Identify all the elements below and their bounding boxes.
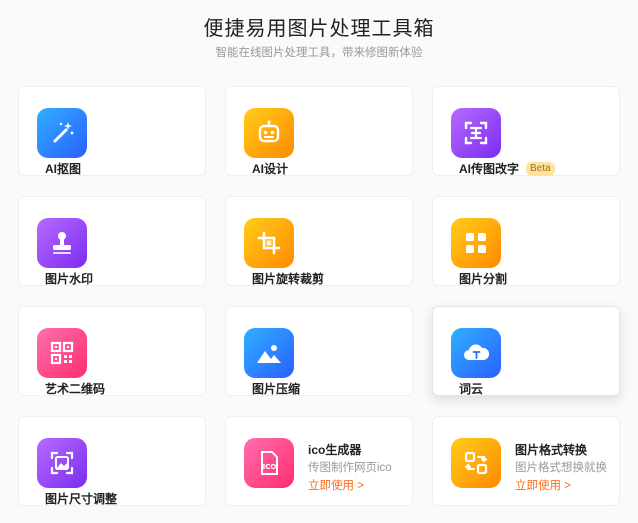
- format-convert-icon: [451, 438, 501, 488]
- text-scan-icon: [451, 108, 501, 158]
- tool-label: AI传图改字: [459, 162, 520, 176]
- tool-description: 图片格式想换就换: [515, 462, 607, 474]
- tool-card-image-compress[interactable]: 图片压缩: [225, 306, 413, 396]
- tool-card-ai-design[interactable]: AI设计: [225, 86, 413, 176]
- crop-rotate-icon: [244, 218, 294, 268]
- magic-wand-icon: [37, 108, 87, 158]
- image-compress-icon: [244, 328, 294, 378]
- beta-badge: Beta: [526, 162, 555, 176]
- qrcode-icon: [37, 328, 87, 378]
- use-now-link[interactable]: 立即使用 >: [515, 477, 571, 493]
- page-subtitle: 智能在线图片处理工具，带来修图新体验: [215, 47, 423, 59]
- tool-grid: AI抠图 AI设计 AI传图改字 Beta 图片水印 图片旋转裁剪 图片分割 艺…: [18, 86, 638, 523]
- tool-label: 词云: [459, 382, 484, 396]
- tool-label: AI设计: [252, 162, 289, 176]
- tool-card-word-cloud[interactable]: 词云: [432, 306, 620, 396]
- word-cloud-icon: [451, 328, 501, 378]
- tool-label: 图片分割: [459, 272, 508, 286]
- tool-label: 图片压缩: [252, 382, 301, 396]
- stamp-icon: [37, 218, 87, 268]
- use-now-link[interactable]: 立即使用 >: [308, 477, 364, 493]
- tool-label: 图片尺寸调整: [45, 492, 118, 506]
- ico-file-icon: ICO: [244, 438, 294, 488]
- tool-card-ai-text-replace[interactable]: AI传图改字 Beta: [432, 86, 620, 176]
- tool-card-image-resize[interactable]: 图片尺寸调整: [18, 416, 206, 506]
- tool-title: ico生成器: [308, 443, 362, 457]
- tool-label: AI抠图: [45, 162, 82, 176]
- tool-description: 传图制作网页ico: [308, 462, 392, 474]
- tool-card-format-convert[interactable]: 图片格式转换 图片格式想换就换 立即使用 >: [432, 416, 620, 506]
- page-title: 便捷易用图片处理工具箱: [203, 18, 435, 40]
- tool-card-image-split[interactable]: 图片分割: [432, 196, 620, 286]
- tool-title: 图片格式转换: [515, 443, 588, 457]
- tool-label: 艺术二维码: [45, 382, 106, 396]
- tool-card-ico-generator[interactable]: ICO ico生成器 传图制作网页ico 立即使用 >: [225, 416, 413, 506]
- ico-icon-text: ICO: [263, 463, 277, 471]
- tool-card-watermark[interactable]: 图片水印: [18, 196, 206, 286]
- tool-label: 图片旋转裁剪: [252, 272, 325, 286]
- tool-card-art-qrcode[interactable]: 艺术二维码: [18, 306, 206, 396]
- image-resize-icon: [37, 438, 87, 488]
- grid-split-icon: [451, 218, 501, 268]
- robot-icon: [244, 108, 294, 158]
- tool-card-ai-matting[interactable]: AI抠图: [18, 86, 206, 176]
- tool-card-rotate-crop[interactable]: 图片旋转裁剪: [225, 196, 413, 286]
- tool-label: 图片水印: [45, 272, 94, 286]
